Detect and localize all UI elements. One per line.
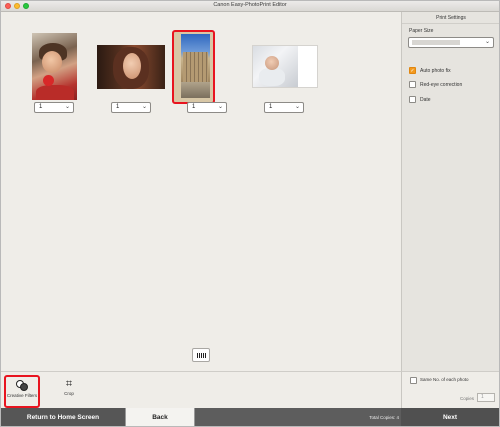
- title-bar: Canon Easy-PhotoPrint Editor: [1, 1, 499, 12]
- red-eye-checkbox[interactable]: [409, 81, 416, 88]
- copies-label: Copies: [460, 396, 475, 401]
- creative-filters-button[interactable]: Creative Filters: [4, 375, 40, 408]
- copies-input[interactable]: 1: [477, 393, 495, 402]
- back-button[interactable]: Back: [125, 408, 195, 426]
- creative-filters-icon: [16, 380, 28, 392]
- paper-size-label: Paper Size: [409, 28, 434, 34]
- next-button[interactable]: Next: [401, 408, 499, 426]
- red-eye-label: Red-eye correction: [420, 82, 463, 88]
- copies-select-3[interactable]: 1 ⌄: [187, 102, 227, 113]
- copies-value: 1: [116, 104, 120, 110]
- copies-select-2[interactable]: 1 ⌄: [111, 102, 151, 113]
- creative-filters-label: Creative Filters: [6, 393, 38, 398]
- chevron-down-icon: ⌄: [64, 104, 70, 110]
- photo-detail: [123, 53, 141, 79]
- photo-detail: [36, 85, 74, 100]
- date-checkbox[interactable]: [409, 96, 416, 103]
- panel-heading: Print Settings: [402, 12, 499, 24]
- print-settings-panel: Print Settings Paper Size ⌄ ✓ Auto photo…: [401, 12, 499, 371]
- crop-icon: ⌗: [65, 378, 73, 390]
- photo-thumbnail-3[interactable]: [181, 34, 210, 98]
- photo-detail: [43, 75, 54, 86]
- copies-select-1[interactable]: 1 ⌄: [34, 102, 74, 113]
- barcode-layout-icon: [197, 353, 206, 358]
- return-home-button[interactable]: Return to Home Screen: [1, 408, 125, 426]
- layout-view-button[interactable]: [192, 348, 210, 362]
- footer-bar: Return to Home Screen Back Total Copies:…: [1, 408, 499, 426]
- same-number-checkbox[interactable]: [410, 377, 417, 384]
- photo-detail: [42, 51, 62, 73]
- chevron-down-icon: ⌄: [294, 104, 300, 110]
- chevron-down-icon: ⌄: [484, 39, 490, 45]
- copies-value: 1: [39, 104, 43, 110]
- total-copies: Total Copies: 4: [369, 415, 399, 420]
- auto-photo-fix-checkbox[interactable]: ✓: [409, 67, 416, 74]
- copies-select-4[interactable]: 1 ⌄: [264, 102, 304, 113]
- crop-label: Crop: [64, 391, 74, 396]
- same-number-panel: Same No. of each photo Copies 1: [401, 371, 499, 408]
- photo-detail: [259, 68, 285, 86]
- date-label: Date: [420, 97, 431, 103]
- paper-size-value-placeholder: [412, 40, 460, 45]
- auto-photo-fix-label: Auto photo fix: [420, 68, 451, 74]
- photo-detail: [253, 46, 298, 87]
- crop-button[interactable]: ⌗ Crop: [51, 375, 87, 408]
- photo-thumbnail-4[interactable]: [252, 45, 318, 88]
- copies-value: 1: [192, 104, 196, 110]
- window-title: Canon Easy-PhotoPrint Editor: [213, 2, 287, 8]
- photo-detail: [265, 56, 279, 70]
- photo-canvas: 1 ⌄ 1 ⌄ 1 ⌄ 1 ⌄: [1, 12, 401, 371]
- paper-size-select[interactable]: ⌄: [408, 37, 494, 48]
- chevron-down-icon: ⌄: [141, 104, 147, 110]
- tool-strip: Creative Filters ⌗ Crop: [1, 371, 401, 408]
- chevron-down-icon: ⌄: [217, 104, 223, 110]
- photo-detail: [181, 82, 210, 98]
- app-window: Canon Easy-PhotoPrint Editor 1 ⌄ 1 ⌄ 1 ⌄…: [0, 0, 500, 427]
- photo-thumbnail-1[interactable]: [32, 33, 77, 100]
- same-number-label: Same No. of each photo: [420, 377, 469, 382]
- photo-detail: [183, 52, 208, 82]
- photo-thumbnail-2[interactable]: [97, 45, 165, 89]
- copies-value: 1: [269, 104, 273, 110]
